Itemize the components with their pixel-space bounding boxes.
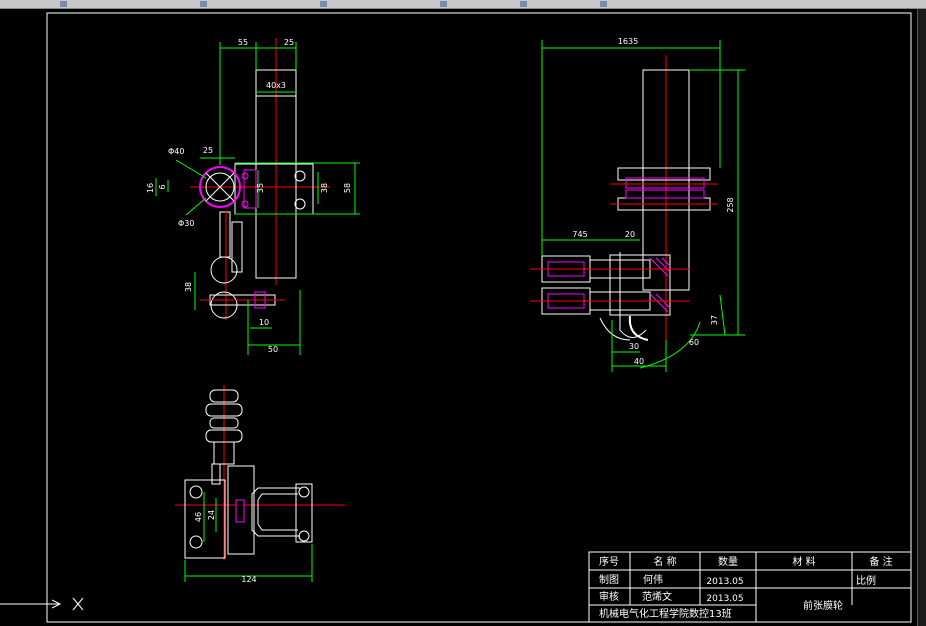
dim-label: 258: [726, 197, 735, 212]
toolbar-button-icon[interactable]: [60, 1, 67, 7]
part-name: 前张膜轮: [803, 599, 843, 612]
cad-drawing-canvas[interactable]: 55 25 40x3 Φ40 25 16 6 35 38 58 Φ30 38 1…: [0, 9, 918, 626]
vertical-scrollbar[interactable]: [917, 9, 926, 626]
header-name: 名 称: [653, 555, 676, 568]
dim-label: 24: [207, 510, 216, 520]
row-date: 2013.05: [706, 594, 743, 604]
dim-label: 38: [184, 282, 193, 292]
row-role: 制图: [599, 573, 619, 586]
dim-label: 1635: [618, 37, 638, 46]
header-no: 序号: [599, 555, 619, 568]
toolbar-button-icon[interactable]: [520, 1, 527, 7]
dim-label: 37: [710, 315, 719, 325]
arm: [219, 211, 231, 258]
header-qty: 数量: [718, 555, 738, 568]
school-label: 机械电气化工程学院数控13班: [599, 607, 732, 620]
wheel: [210, 256, 238, 284]
side-view: 1635 745 20 258 37 30 40 60: [530, 37, 745, 372]
toolbar-button-icon[interactable]: [320, 1, 327, 7]
dim-label: 40x3: [266, 81, 286, 90]
row-scale-label: 比例: [856, 574, 876, 587]
dim-label: 38: [320, 183, 329, 193]
dim-label: 46: [194, 512, 203, 522]
row-role: 审核: [599, 590, 619, 603]
toolbar-button-icon[interactable]: [600, 1, 607, 7]
hatch: [649, 257, 671, 313]
header-material: 材 料: [792, 555, 815, 568]
row-person: 何伟: [643, 573, 663, 586]
dim-label: 60: [689, 338, 699, 347]
dim-label: 30: [629, 342, 639, 351]
dim-label: 35: [256, 183, 265, 193]
clamp-plate: [243, 169, 257, 209]
top-view: 55 25 40x3 Φ40 25 16 6 35 38 58 Φ30 38 1…: [146, 38, 360, 355]
mount-plate: [184, 479, 226, 559]
header-note: 备 注: [869, 555, 892, 568]
dim-label: 25: [203, 146, 213, 155]
row-person: 范烯文: [642, 590, 672, 603]
u-bracket: [251, 487, 300, 537]
ucs-axis-icon: [0, 597, 84, 611]
dim-label: 50: [268, 345, 278, 354]
drawing-frame: [46, 12, 912, 623]
dim-label: 25: [284, 38, 294, 47]
dim-label: 58: [343, 183, 352, 193]
toolbar-button-icon[interactable]: [440, 1, 447, 7]
toolbar: [0, 0, 926, 9]
dim-label: 55: [238, 38, 248, 47]
dim-label: 40: [634, 357, 644, 366]
dim-label: 124: [241, 575, 256, 584]
dim-label: Φ30: [178, 219, 194, 228]
row-date: 2013.05: [706, 577, 743, 587]
dim-label: 16: [146, 183, 155, 193]
toolbar-button-icon[interactable]: [200, 1, 207, 7]
dim-label: 20: [625, 230, 635, 239]
dim-label: 745: [572, 230, 587, 239]
dim-label: 6: [158, 184, 167, 189]
dim-label: 10: [259, 318, 269, 327]
bottom-view: 46 24 124: [175, 385, 345, 584]
dim-label: Φ40: [168, 147, 184, 156]
